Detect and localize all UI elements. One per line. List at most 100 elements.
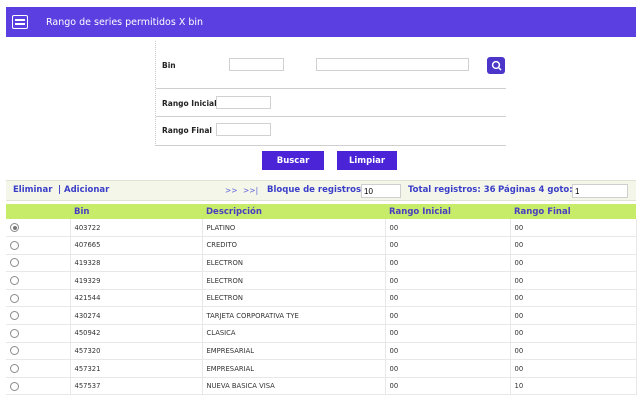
row-select-cell: [6, 306, 71, 326]
row-select-cell: [6, 324, 71, 343]
table-row[interactable]: 421544 ELECTRON 00 00: [6, 289, 637, 308]
rango-inicial-cell: 00: [385, 219, 511, 238]
form-divider: [156, 145, 506, 146]
bloque-label: Bloque de registros:: [267, 185, 365, 195]
column-header-rango-final[interactable]: Rango Final: [510, 204, 636, 219]
link-separator: |: [58, 185, 62, 195]
rango-inicial-cell: 00: [385, 236, 511, 255]
rango-inicial-cell: 00: [385, 377, 511, 396]
bin-cell: 407665: [70, 236, 203, 255]
row-select-cell: [6, 236, 71, 255]
bin-cell: 419329: [70, 271, 203, 290]
bin-cell: 403722: [70, 219, 203, 238]
list-icon: [12, 15, 28, 29]
bin-cell: 457321: [70, 359, 203, 378]
goto-input[interactable]: [572, 184, 628, 198]
bin-cell: 419328: [70, 254, 203, 273]
row-radio[interactable]: [10, 328, 19, 338]
select-column-header: [6, 204, 70, 219]
table-row[interactable]: 457537 NUEVA BASICA VISA 00 10: [6, 377, 637, 396]
descripcion-cell: ELECTRON: [202, 254, 386, 273]
rango-final-cell: 00: [510, 324, 637, 343]
row-select-cell: [6, 254, 71, 273]
eliminar-link[interactable]: Eliminar: [13, 185, 52, 195]
descripcion-cell: ELECTRON: [202, 271, 386, 290]
bin-cell: 450942: [70, 324, 203, 343]
descripcion-cell: CREDITO: [202, 236, 386, 255]
rango-inicial-cell: 00: [385, 324, 511, 343]
bin-cell: 421544: [70, 289, 203, 308]
bin-input[interactable]: [229, 58, 284, 71]
buscar-button[interactable]: Buscar: [262, 151, 324, 170]
rango-final-cell: 00: [510, 306, 637, 326]
rango-inicial-input[interactable]: [216, 96, 271, 109]
column-header-bin[interactable]: Bin: [70, 204, 202, 219]
rango-inicial-label: Rango Inicial: [162, 99, 217, 108]
descripcion-cell: TARJETA CORPORATIVA TYE: [202, 306, 386, 326]
results-table: Bin Descripción Rango Inicial Rango Fina…: [6, 204, 637, 396]
last-page-link[interactable]: >>|: [243, 186, 258, 195]
table-row[interactable]: 403722 PLATINO 00 00: [6, 219, 637, 238]
paginas-label: Páginas 4 goto:: [498, 185, 573, 195]
table-row[interactable]: 430274 TARJETA CORPORATIVA TYE 00 00: [6, 306, 637, 326]
row-radio[interactable]: [10, 346, 19, 356]
rango-inicial-cell: 00: [385, 306, 511, 326]
bloque-input[interactable]: [361, 184, 401, 198]
row-radio[interactable]: [10, 223, 19, 233]
adicionar-link[interactable]: Adicionar: [64, 185, 109, 195]
rango-final-cell: 10: [510, 377, 637, 396]
title-bar: Rango de series permitidos X bin: [6, 7, 636, 37]
bin-cell: 457320: [70, 342, 203, 361]
form-divider: [156, 116, 506, 117]
descripcion-cell: ELECTRON: [202, 289, 386, 308]
row-select-cell: [6, 271, 71, 290]
bin-label: Bin: [162, 61, 176, 70]
row-select-cell: [6, 342, 71, 361]
row-radio[interactable]: [10, 258, 19, 268]
rango-final-input[interactable]: [216, 123, 271, 136]
table-header-row: Bin Descripción Rango Inicial Rango Fina…: [6, 204, 636, 219]
descripcion-cell: EMPRESARIAL: [202, 342, 386, 361]
form-divider: [156, 88, 506, 89]
rango-final-cell: 00: [510, 271, 637, 290]
bin-cell: 430274: [70, 306, 203, 326]
table-row[interactable]: 419329 ELECTRON 00 00: [6, 271, 637, 290]
row-radio[interactable]: [10, 240, 19, 250]
page-title: Rango de series permitidos X bin: [46, 16, 204, 28]
total-registros: Total registros: 36: [408, 185, 496, 195]
rango-final-cell: 00: [510, 289, 637, 308]
next-page-link[interactable]: >>: [225, 186, 238, 195]
rango-inicial-cell: 00: [385, 254, 511, 273]
row-select-cell: [6, 219, 71, 238]
table-row[interactable]: 457321 EMPRESARIAL 00 00: [6, 359, 637, 378]
table-row[interactable]: 419328 ELECTRON 00 00: [6, 254, 637, 273]
rango-final-cell: 00: [510, 342, 637, 361]
descripcion-cell: NUEVA BASICA VISA: [202, 377, 386, 396]
rango-inicial-cell: 00: [385, 289, 511, 308]
row-radio[interactable]: [10, 311, 19, 321]
bin-cell: 457537: [70, 377, 203, 396]
rango-final-cell: 00: [510, 219, 637, 238]
results-toolbar: Eliminar | Adicionar >> >>| Bloque de re…: [6, 180, 636, 201]
column-header-rango-inicial[interactable]: Rango Inicial: [385, 204, 510, 219]
row-radio[interactable]: [10, 293, 19, 303]
search-button[interactable]: [487, 57, 505, 74]
row-select-cell: [6, 359, 71, 378]
description-input[interactable]: [316, 58, 469, 71]
table-row[interactable]: 407665 CREDITO 00 00: [6, 236, 637, 255]
table-row[interactable]: 450942 CLASICA 00 00: [6, 324, 637, 343]
rango-inicial-cell: 00: [385, 271, 511, 290]
row-radio[interactable]: [10, 381, 19, 391]
descripcion-cell: CLASICA: [202, 324, 386, 343]
rango-inicial-cell: 00: [385, 342, 511, 361]
row-radio[interactable]: [10, 364, 19, 374]
rango-final-cell: 00: [510, 359, 637, 378]
table-row[interactable]: 457320 EMPRESARIAL 00 00: [6, 342, 637, 361]
rango-final-label: Rango Final: [162, 126, 212, 135]
rango-final-cell: 00: [510, 236, 637, 255]
row-radio[interactable]: [10, 276, 19, 286]
limpiar-button[interactable]: Limpiar: [337, 151, 397, 170]
row-select-cell: [6, 377, 71, 396]
descripcion-cell: EMPRESARIAL: [202, 359, 386, 378]
column-header-descripcion[interactable]: Descripción: [202, 204, 385, 219]
